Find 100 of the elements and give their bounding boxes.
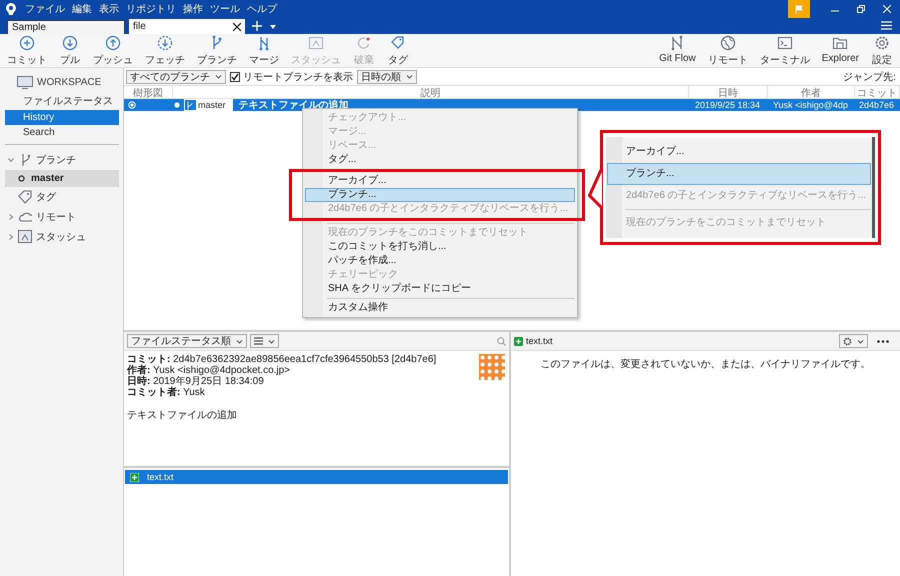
table-cell-text: 2d4b7e6 — [858, 100, 896, 110]
sidebar-item[interactable]: ファイルステータス — [5, 92, 119, 110]
menu-item[interactable]: ファイル — [25, 2, 65, 16]
toolbar-button[interactable]: プル — [56, 34, 84, 66]
added-icon — [514, 336, 523, 346]
tag-icon — [390, 34, 406, 50]
caret-icon — [215, 74, 222, 79]
toolbar-button[interactable]: Git Flow — [656, 34, 699, 66]
menu-icon[interactable] — [881, 21, 892, 30]
menu-item[interactable]: タグ... — [305, 153, 576, 167]
restore-icon[interactable] — [857, 5, 865, 13]
toolbar-button[interactable]: ブランチ — [194, 34, 240, 66]
commit-message: テキストファイルの追加 — [127, 408, 238, 422]
terminal-icon — [776, 34, 793, 50]
menu-item[interactable]: アーカイブ... — [607, 141, 872, 163]
status-message: このファイルは、変更されていないか、または、バイナリファイルです。 — [540, 358, 872, 371]
column-header[interactable]: 日時 — [689, 86, 768, 98]
caret-icon[interactable] — [270, 25, 276, 29]
tray-icon — [18, 230, 32, 244]
table-cell-text: Yusk <ishigo@4dp — [772, 100, 849, 110]
sidebar-section[interactable]: スタッシュ — [36, 230, 86, 244]
menu-item[interactable]: パッチを作成... — [305, 254, 576, 268]
branch-item[interactable]: master — [5, 170, 119, 187]
column-header[interactable]: 樹形図 — [124, 86, 173, 98]
settings-icon — [874, 34, 890, 50]
toolbar-button[interactable]: フェッチ — [142, 34, 188, 66]
settings-dropdown[interactable] — [839, 334, 868, 348]
plus-icon[interactable] — [252, 21, 262, 31]
cloud-icon — [18, 210, 32, 224]
down-arrow-circle-icon — [62, 34, 78, 50]
branch-label: master — [184, 99, 233, 111]
column-header[interactable]: コミット — [855, 86, 900, 98]
toolbar-button[interactable]: 設定 — [868, 34, 896, 66]
sidebar-item[interactable]: Search — [5, 125, 119, 140]
menu-item[interactable]: アーカイブ... — [305, 174, 576, 188]
menu-item[interactable]: ヘルプ — [247, 2, 277, 16]
avatar-icon — [479, 354, 505, 380]
detail-line: 日時: 2019年9月25日 18:34:09 — [127, 376, 265, 387]
search-icon[interactable] — [497, 336, 506, 346]
file-item[interactable]: text.txt — [125, 470, 508, 484]
sidebar-section[interactable]: ブランチ — [36, 153, 76, 167]
toolbar-button[interactable]: リモート — [704, 34, 751, 66]
file-name: text.txt — [526, 336, 553, 346]
sidebar-item[interactable]: History — [5, 110, 119, 125]
sidebar-section[interactable]: リモート — [36, 210, 76, 224]
tab[interactable]: Sample — [7, 20, 125, 34]
view-dropdown[interactable] — [250, 334, 279, 348]
chevron-icon[interactable] — [8, 157, 14, 163]
column-header[interactable]: 説明 — [173, 86, 689, 98]
sort-dropdown[interactable]: 日時の順 — [357, 70, 417, 84]
commit-node-icon — [128, 101, 136, 109]
menu-item[interactable]: 編集 — [72, 2, 92, 16]
detail-line: 作者: Yusk <ishigo@4dpocket.co.jp> — [127, 365, 292, 376]
column-header[interactable]: 作者 — [768, 86, 855, 98]
checkbox[interactable] — [230, 72, 240, 82]
caret-icon — [268, 338, 275, 344]
head-dot-icon — [174, 102, 180, 108]
menu-item[interactable]: 表示 — [99, 2, 119, 16]
sort-dropdown[interactable]: ファイルステータス順 — [127, 334, 247, 348]
flow-icon — [669, 34, 686, 50]
caret-icon — [406, 74, 413, 79]
toolbar-button[interactable]: Explorer — [818, 34, 862, 66]
chevron-icon[interactable] — [8, 234, 14, 240]
list-icon — [254, 337, 263, 345]
close-icon[interactable] — [233, 22, 241, 30]
checkbox-label: リモートブランチを表示 — [243, 70, 353, 84]
globe-icon — [720, 34, 736, 50]
up-arrow-circle-icon — [105, 34, 121, 50]
detail-line: コミット者: Yusk — [127, 387, 206, 398]
more-icon[interactable] — [877, 340, 889, 342]
menu-item[interactable]: ブランチ... — [607, 163, 872, 185]
tab[interactable]: file — [128, 18, 246, 34]
toolbar-button[interactable]: タグ — [384, 34, 412, 66]
monitor-icon — [17, 76, 33, 89]
menu-item[interactable]: SHA をクリップボードにコピー — [305, 282, 576, 296]
menu-item[interactable]: 操作 — [183, 2, 203, 16]
section-title: WORKSPACE — [37, 77, 102, 88]
branch-dropdown[interactable]: すべてのブランチ — [126, 70, 226, 84]
flag-icon — [795, 4, 803, 14]
menu-item[interactable]: ブランチ... — [305, 188, 576, 202]
jump-label: ジャンプ先: — [843, 70, 896, 84]
detail-line: コミット: 2d4b7e6362392ae89856eea1cf7cfe3964550b53 [2d4b7e6] — [127, 354, 438, 365]
toolbar-button[interactable]: プッシュ — [90, 34, 136, 66]
menu-item[interactable]: このコミットを打ち消し... — [305, 240, 576, 254]
toolbar-button[interactable]: マージ — [246, 34, 282, 66]
branch-icon — [186, 100, 193, 110]
menu-item[interactable]: ツール — [210, 2, 240, 16]
plus-circle-icon — [19, 34, 35, 50]
menu-item[interactable]: カスタム操作 — [305, 301, 576, 315]
table-cell-text: 2019/9/25 18:34 — [694, 100, 762, 110]
toolbar-button[interactable]: ターミナル — [756, 34, 813, 66]
tray-icon — [308, 34, 324, 50]
chevron-icon[interactable] — [8, 214, 14, 220]
sidebar-section[interactable]: タグ — [36, 190, 56, 204]
added-icon — [130, 472, 139, 482]
toolbar-button[interactable]: コミット — [4, 34, 50, 66]
ring-icon — [18, 175, 25, 182]
menu-item[interactable]: リポジトリ — [126, 2, 176, 16]
settings-icon — [843, 336, 852, 346]
refresh-icon — [356, 34, 372, 50]
